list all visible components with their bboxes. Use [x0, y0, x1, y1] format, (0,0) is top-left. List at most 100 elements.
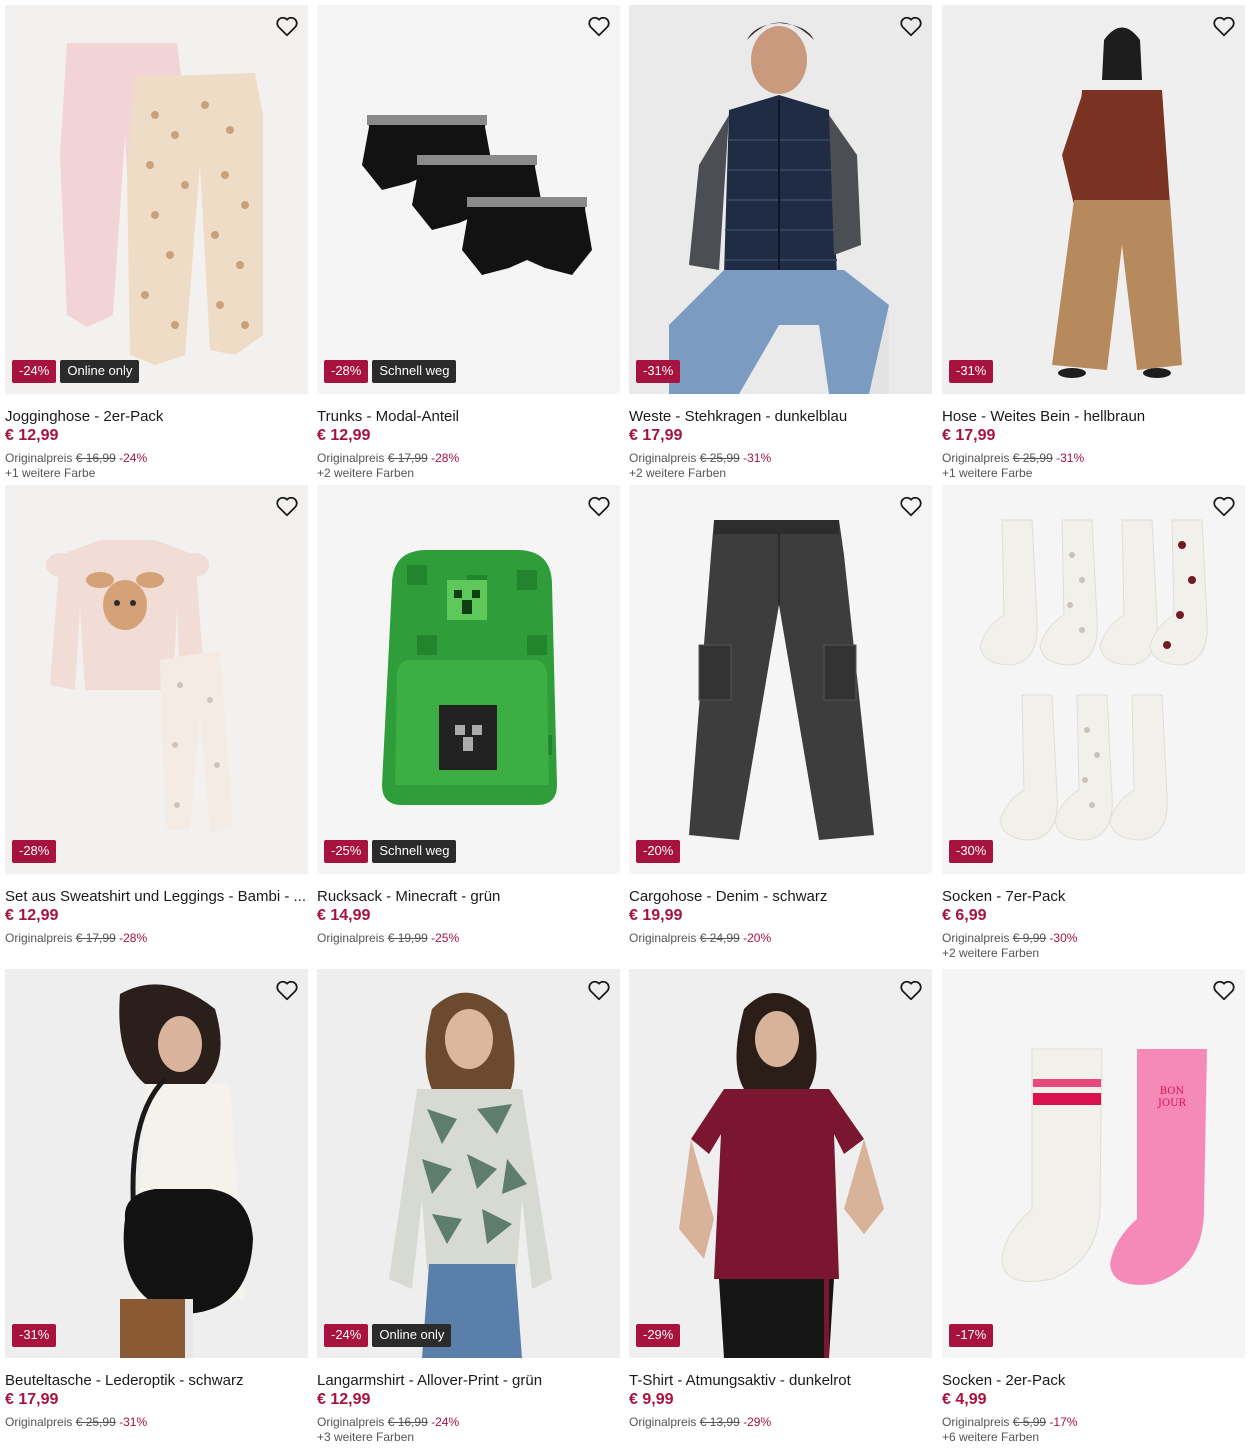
- product-photo-hose: [942, 5, 1245, 394]
- favorite-heart-icon[interactable]: [586, 977, 612, 1003]
- product-card[interactable]: -24% Online only Langarmshirt - Allover-…: [317, 969, 620, 1445]
- more-colors[interactable]: +1 weitere Farbe: [942, 466, 1245, 481]
- badge-group: -24% Online only: [324, 1324, 452, 1347]
- discount-percent: -24%: [119, 451, 148, 465]
- original-price-line: Originalpreis € 9,99 -30%: [942, 930, 1245, 946]
- original-price: € 17,99: [387, 451, 428, 465]
- product-card[interactable]: -29% T-Shirt - Atmungsaktiv - dunkelrot …: [629, 969, 932, 1430]
- favorite-heart-icon[interactable]: [1211, 977, 1237, 1003]
- product-photo-beuteltasche: [5, 969, 308, 1358]
- product-price: € 19,99: [629, 907, 683, 924]
- favorite-heart-icon[interactable]: [898, 977, 924, 1003]
- badge-group: -31%: [12, 1324, 57, 1347]
- favorite-heart-icon[interactable]: [1211, 493, 1237, 519]
- product-title[interactable]: Beuteltasche - Lederoptik - schwarz: [5, 1371, 308, 1390]
- badge-group: -30%: [949, 840, 994, 863]
- product-title[interactable]: Trunks - Modal-Anteil: [317, 407, 620, 426]
- discount-percent: -24%: [431, 1415, 460, 1429]
- original-price-line: Originalpreis € 13,99 -29%: [629, 1414, 932, 1430]
- original-price-label: Originalpreis: [942, 451, 1010, 465]
- favorite-heart-icon[interactable]: [274, 13, 300, 39]
- discount-percent: -28%: [119, 931, 148, 945]
- original-price: € 13,99: [699, 1415, 740, 1429]
- product-card[interactable]: -31% Hose - Weites Bein - hellbraun € 17…: [942, 5, 1245, 481]
- discount-badge: -20%: [636, 840, 681, 863]
- favorite-heart-icon[interactable]: [586, 13, 612, 39]
- product-image[interactable]: -29%: [629, 969, 932, 1358]
- product-photo-socken-2er: BON JOUR: [942, 969, 1245, 1358]
- product-title[interactable]: Socken - 7er-Pack: [942, 887, 1245, 906]
- product-photo-bambi-set: [5, 485, 308, 874]
- original-price-label: Originalpreis: [629, 1415, 697, 1429]
- discount-percent: -30%: [1049, 931, 1078, 945]
- original-price: € 16,99: [75, 451, 116, 465]
- original-price-label: Originalpreis: [629, 931, 697, 945]
- product-card[interactable]: -31% Beuteltasche - Lederoptik - schwarz…: [5, 969, 308, 1430]
- product-image[interactable]: BON JOUR -17%: [942, 969, 1245, 1358]
- discount-percent: -20%: [743, 931, 772, 945]
- badge-group: -31%: [636, 360, 681, 383]
- original-price-label: Originalpreis: [5, 451, 73, 465]
- product-image[interactable]: -31%: [942, 5, 1245, 394]
- product-card[interactable]: -28% Set aus Sweatshirt und Leggings - B…: [5, 485, 308, 946]
- favorite-heart-icon[interactable]: [274, 493, 300, 519]
- product-image[interactable]: -28%: [5, 485, 308, 874]
- product-price: € 12,99: [317, 1391, 371, 1408]
- product-image[interactable]: -30%: [942, 485, 1245, 874]
- original-price-line: Originalpreis € 17,99 -28%: [317, 450, 620, 466]
- product-title[interactable]: Jogginghose - 2er-Pack: [5, 407, 308, 426]
- product-title[interactable]: Cargohose - Denim - schwarz: [629, 887, 932, 906]
- favorite-heart-icon[interactable]: [586, 493, 612, 519]
- original-price-line: Originalpreis € 16,99 -24%: [317, 1414, 620, 1430]
- product-title[interactable]: Weste - Stehkragen - dunkelblau: [629, 407, 932, 426]
- product-image[interactable]: -25% Schnell weg: [317, 485, 620, 874]
- original-price: € 25,99: [75, 1415, 116, 1429]
- discount-badge: -24%: [324, 1324, 369, 1347]
- product-title[interactable]: T-Shirt - Atmungsaktiv - dunkelrot: [629, 1371, 932, 1390]
- product-card[interactable]: BON JOUR -17% Socken - 2er-Pack € 4,99 O…: [942, 969, 1245, 1445]
- more-colors[interactable]: +6 weitere Farben: [942, 1430, 1245, 1445]
- more-colors[interactable]: +2 weitere Farben: [942, 946, 1245, 961]
- original-price-line: Originalpreis € 19,99 -25%: [317, 930, 620, 946]
- product-card[interactable]: -24% Online only Jogginghose - 2er-Pack …: [5, 5, 308, 481]
- favorite-heart-icon[interactable]: [1211, 13, 1237, 39]
- badge-group: -24% Online only: [12, 360, 140, 383]
- more-colors[interactable]: +2 weitere Farben: [629, 466, 932, 481]
- product-card[interactable]: -20% Cargohose - Denim - schwarz € 19,99…: [629, 485, 932, 946]
- product-image[interactable]: -28% Schnell weg: [317, 5, 620, 394]
- original-price-line: Originalpreis € 25,99 -31%: [5, 1414, 308, 1430]
- product-photo-weste: [629, 5, 932, 394]
- original-price-line: Originalpreis € 17,99 -28%: [5, 930, 308, 946]
- product-photo-tshirt: [629, 969, 932, 1358]
- product-title[interactable]: Hose - Weites Bein - hellbraun: [942, 407, 1245, 426]
- original-price-label: Originalpreis: [317, 1415, 385, 1429]
- product-card[interactable]: -28% Schnell weg Trunks - Modal-Anteil €…: [317, 5, 620, 481]
- product-card[interactable]: -31% Weste - Stehkragen - dunkelblau € 1…: [629, 5, 932, 481]
- more-colors[interactable]: +2 weitere Farben: [317, 466, 620, 481]
- discount-badge: -31%: [949, 360, 994, 383]
- product-title[interactable]: Langarmshirt - Allover-Print - grün: [317, 1371, 620, 1390]
- product-title[interactable]: Set aus Sweatshirt und Leggings - Bambi …: [5, 887, 308, 906]
- discount-badge: -24%: [12, 360, 57, 383]
- product-price: € 12,99: [317, 427, 371, 444]
- product-image[interactable]: -31%: [629, 5, 932, 394]
- favorite-heart-icon[interactable]: [274, 977, 300, 1003]
- product-image[interactable]: -31%: [5, 969, 308, 1358]
- more-colors[interactable]: +3 weitere Farben: [317, 1430, 620, 1445]
- product-image[interactable]: -24% Online only: [317, 969, 620, 1358]
- product-title[interactable]: Socken - 2er-Pack: [942, 1371, 1245, 1390]
- product-card[interactable]: -30% Socken - 7er-Pack € 6,99 Originalpr…: [942, 485, 1245, 961]
- original-price-label: Originalpreis: [942, 1415, 1010, 1429]
- original-price-line: Originalpreis € 25,99 -31%: [629, 450, 932, 466]
- more-colors[interactable]: +1 weitere Farbe: [5, 466, 308, 481]
- favorite-heart-icon[interactable]: [898, 493, 924, 519]
- product-image[interactable]: -20%: [629, 485, 932, 874]
- favorite-heart-icon[interactable]: [898, 13, 924, 39]
- original-price-label: Originalpreis: [317, 451, 385, 465]
- original-price: € 24,99: [699, 931, 740, 945]
- product-card[interactable]: -25% Schnell weg Rucksack - Minecraft - …: [317, 485, 620, 946]
- product-photo-rucksack: [317, 485, 620, 874]
- product-title[interactable]: Rucksack - Minecraft - grün: [317, 887, 620, 906]
- original-price-line: Originalpreis € 24,99 -20%: [629, 930, 932, 946]
- product-image[interactable]: -24% Online only: [5, 5, 308, 394]
